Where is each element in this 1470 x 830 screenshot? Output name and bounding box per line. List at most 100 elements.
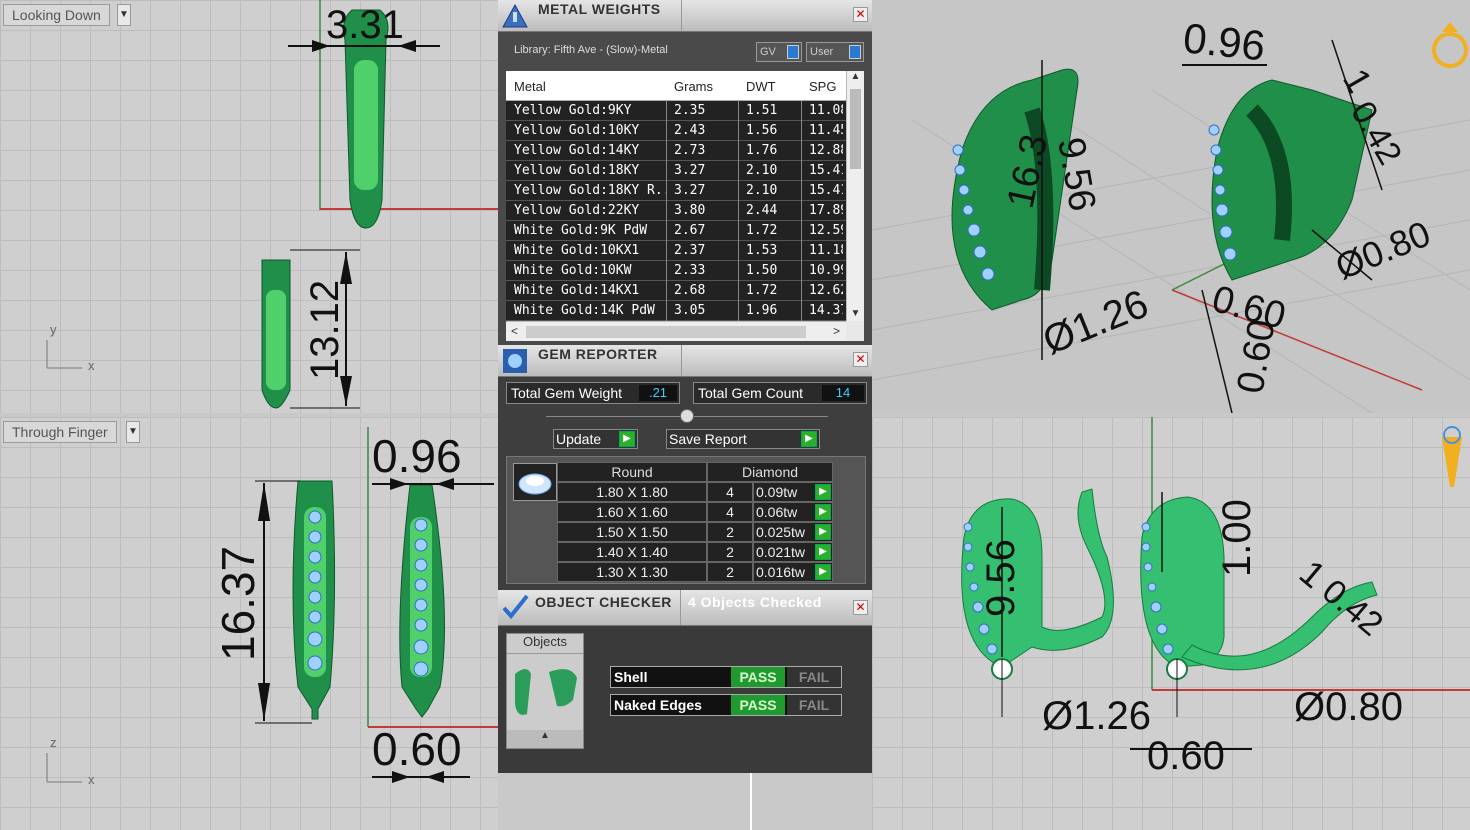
metal-grams: 3.27 xyxy=(674,183,706,198)
slider-handle[interactable] xyxy=(680,409,694,423)
viewport-view-label[interactable]: Through Finger xyxy=(3,421,117,443)
metal-spg: 12.88 xyxy=(809,143,843,158)
gem-count: 2 xyxy=(707,562,753,582)
metal-dwt: 2.44 xyxy=(746,203,778,218)
scale-icon xyxy=(502,3,528,28)
scroll-up-icon[interactable]: ▲ xyxy=(507,730,583,748)
fail-badge: FAIL xyxy=(787,667,841,687)
table-row[interactable]: White Gold:9K PdW 2.67 1.72 12.59 xyxy=(506,221,846,241)
metal-grams: 2.73 xyxy=(674,143,706,158)
round-gem-icon xyxy=(513,463,557,501)
metal-grams: 3.05 xyxy=(674,303,706,318)
horizontal-scrollbar[interactable]: < > xyxy=(506,321,846,341)
metal-name: White Gold:10KX1 xyxy=(514,243,640,258)
col-grams[interactable]: Grams xyxy=(674,79,713,94)
panel-title: METAL WEIGHTS xyxy=(538,1,661,17)
play-icon: ▶ xyxy=(619,431,635,447)
metal-grams: 3.80 xyxy=(674,203,706,218)
metal-grams: 2.43 xyxy=(674,123,706,138)
play-icon: ▶ xyxy=(801,431,817,447)
close-icon[interactable]: ✕ xyxy=(853,352,868,367)
metal-name: White Gold:9K PdW xyxy=(514,223,648,238)
col-metal[interactable]: Metal xyxy=(514,79,546,94)
viewport-looking-down[interactable]: 3.31 13.12 y x Looking Down ▼ xyxy=(0,0,498,413)
total-gem-weight: Total Gem Weight .21 xyxy=(506,382,680,404)
metal-name: White Gold:10KW xyxy=(514,263,632,278)
col-spg[interactable]: SPG xyxy=(809,79,836,94)
object-checker-panel: OBJECT CHECKER 4 Objects Checked ✕ Objec… xyxy=(498,590,872,773)
col-dwt[interactable]: DWT xyxy=(746,79,776,94)
vertical-scrollbar[interactable]: ▲ ▼ xyxy=(846,71,864,321)
metal-name: Yellow Gold:10KY xyxy=(514,123,640,138)
metal-spg: 12.59 xyxy=(809,223,843,238)
user-toggle[interactable]: User xyxy=(806,42,864,62)
axis-y-label: y xyxy=(50,322,57,337)
table-row[interactable]: Yellow Gold:18KY R... 3.27 2.10 15.41 xyxy=(506,181,846,201)
dim-1: 1 xyxy=(1335,62,1381,100)
viewport-perspective[interactable]: 0.96 16.3 9.56 1 0.42 Ø0.80 Ø1.26 0.60 0… xyxy=(872,0,1470,413)
gem-size: 1.50 X 1.50 xyxy=(557,522,707,542)
gem-reporter-panel: GEM REPORTER ✕ Total Gem Weight .21 Tota… xyxy=(498,345,872,590)
axis-z-label: z xyxy=(50,735,57,750)
view-dropdown-arrow[interactable]: ▼ xyxy=(117,4,131,26)
table-row[interactable]: White Gold:10KW 2.33 1.50 10.99 xyxy=(506,261,846,281)
table-row[interactable]: Yellow Gold:10KY 2.43 1.56 11.45 xyxy=(506,121,846,141)
viewport-side[interactable]: 9.56 1.00 1 0.42 Ø1.26 Ø0.80 0.60 y xyxy=(872,417,1470,830)
viewport-view-label[interactable]: Looking Down xyxy=(3,4,110,26)
metal-weights-header: METAL WEIGHTS ✕ xyxy=(498,0,872,32)
metal-name: Yellow Gold:22KY xyxy=(514,203,640,218)
table-row[interactable]: Yellow Gold:9KY 2.35 1.51 11.08 xyxy=(506,101,846,121)
gem-list: Round Diamond 1.80 X 1.80 4 0.09tw ▶ 1.60 X … xyxy=(506,456,866,584)
gem-rows: 1.80 X 1.80 4 0.09tw ▶ 1.60 X 1.60 4 0.06tw ▶ 1.… xyxy=(557,482,857,582)
table-row[interactable]: Yellow Gold:14KY 2.73 1.76 12.88 xyxy=(506,141,846,161)
metal-grams: 2.33 xyxy=(674,263,706,278)
metal-dwt: 1.56 xyxy=(746,123,778,138)
gv-toggle[interactable]: GV xyxy=(756,42,802,62)
table-row[interactable]: White Gold:14KX1 2.68 1.72 12.62 xyxy=(506,281,846,301)
gem-row: 1.80 X 1.80 4 0.09tw ▶ xyxy=(557,482,857,502)
close-icon[interactable]: ✕ xyxy=(853,7,868,22)
metal-spg: 11.45 xyxy=(809,123,843,138)
dim-dia-0-80: Ø0.80 xyxy=(1294,685,1403,729)
gem-count: 2 xyxy=(707,542,753,562)
axis-x-label: x xyxy=(88,358,95,373)
update-button[interactable]: Update ▶ xyxy=(553,429,638,449)
perspective-model: 0.96 16.3 9.56 1 0.42 Ø0.80 Ø1.26 0.60 0… xyxy=(872,14,1470,413)
total-gem-count-value: 14 xyxy=(822,385,864,401)
metal-spg: 17.89 xyxy=(809,203,843,218)
dim-13-12: 13.12 xyxy=(303,280,347,380)
table-row[interactable]: Yellow Gold:18KY 3.27 2.10 15.41 xyxy=(506,161,846,181)
gem-report-icon xyxy=(503,349,527,373)
table-row[interactable]: White Gold:14K PdW 3.05 1.96 14.37 xyxy=(506,301,846,321)
library-label: Library: Fifth Ave - (Slow)-Metal xyxy=(514,44,668,56)
dim-0-60: 0.60 xyxy=(372,723,462,775)
viewport-divider xyxy=(750,770,752,830)
metal-spg: 12.62 xyxy=(809,283,843,298)
gem-row: 1.30 X 1.30 2 0.016tw ▶ xyxy=(557,562,857,582)
gem-size: 1.80 X 1.80 xyxy=(557,482,707,502)
save-report-button[interactable]: Save Report ▶ xyxy=(666,429,820,449)
metal-grams: 2.67 xyxy=(674,223,706,238)
select-gem-button[interactable]: ▶ xyxy=(815,564,831,580)
dim-dia-1-26: Ø1.26 xyxy=(1042,694,1151,738)
table-row[interactable]: Yellow Gold:22KY 3.80 2.44 17.89 xyxy=(506,201,846,221)
metal-spg: 10.99 xyxy=(809,263,843,278)
metal-dwt: 2.10 xyxy=(746,183,778,198)
metal-dwt: 2.10 xyxy=(746,163,778,178)
metal-spg: 14.37 xyxy=(809,303,843,318)
object-thumbnail[interactable] xyxy=(507,654,585,730)
objects-list[interactable]: Objects ▲ xyxy=(506,633,584,749)
select-gem-button[interactable]: ▶ xyxy=(815,504,831,520)
table-row[interactable]: White Gold:10KX1 2.37 1.53 11.18 xyxy=(506,241,846,261)
front-view-model: 16.37 0.96 0.60 xyxy=(46,427,498,783)
select-gem-button[interactable]: ▶ xyxy=(815,484,831,500)
metal-name: White Gold:14KX1 xyxy=(514,283,640,298)
metal-dwt: 1.72 xyxy=(746,223,778,238)
viewport-through-finger[interactable]: 16.37 0.96 0.60 z x Through Finger ▼ xyxy=(0,417,498,830)
metal-spg: 15.41 xyxy=(809,163,843,178)
select-gem-button[interactable]: ▶ xyxy=(815,524,831,540)
close-icon[interactable]: ✕ xyxy=(853,600,868,615)
select-gem-button[interactable]: ▶ xyxy=(815,544,831,560)
dim-1-00: 1.00 xyxy=(1215,499,1259,577)
view-dropdown-arrow[interactable]: ▼ xyxy=(126,421,140,443)
